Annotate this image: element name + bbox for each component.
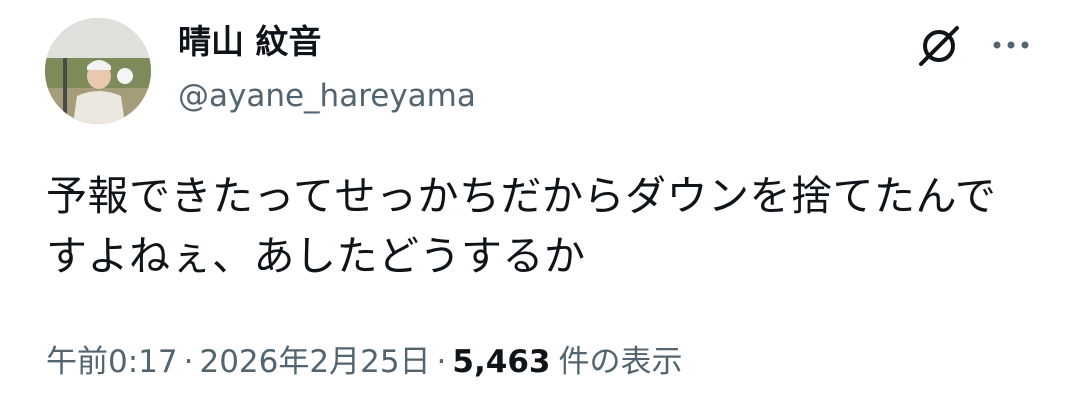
grok-icon[interactable] [913, 20, 965, 72]
tweet-text-line: 予報できたってせっかちだからダウンを捨てたんで [46, 172, 997, 220]
author-handle[interactable]: @ayane_hareyama [178, 74, 476, 118]
meta-separator: · [436, 344, 447, 380]
more-icon[interactable] [990, 30, 1032, 60]
author-display-name[interactable]: 晴山 紋音 [178, 20, 322, 64]
avatar-photo [45, 18, 151, 124]
tweet-text-line: すよねぇ、あしたどうするか [46, 232, 586, 280]
tweet-meta: 午前0:17 · 2026年2月25日 · 5,463 件の表示 [46, 340, 682, 384]
tweet: 晴山 紋音 @ayane_hareyama 予報できたってせっかちだからダウンを… [0, 0, 1080, 407]
tweet-text: 予報できたってせっかちだからダウンを捨てたんで すよねぇ、あしたどうするか [46, 166, 1046, 286]
views-count: 5,463 [452, 344, 551, 380]
timestamp-time[interactable]: 午前0:17 [46, 344, 178, 380]
views-label: 件の表示 [558, 344, 683, 380]
meta-separator: · [183, 344, 194, 380]
timestamp-date[interactable]: 2026年2月25日 [199, 344, 430, 380]
avatar[interactable] [45, 18, 151, 124]
